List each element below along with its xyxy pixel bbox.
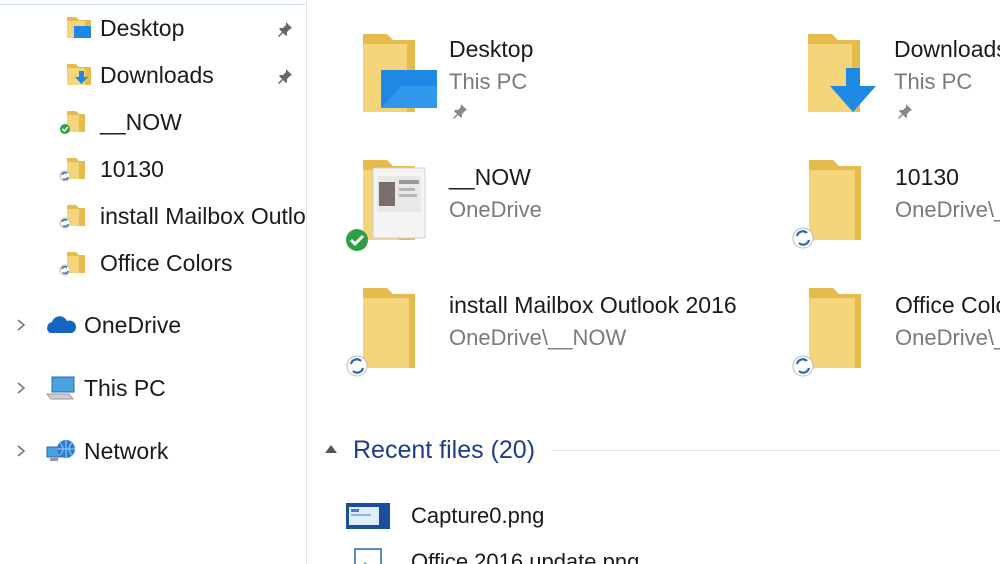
folder-location: OneDrive	[449, 197, 542, 222]
folder-location: OneDrive\__NOW	[895, 325, 1000, 350]
chevron-right-icon[interactable]	[14, 318, 28, 332]
nav-item-install-mailbox[interactable]: install Mailbox Outlook 2016	[58, 196, 306, 236]
nav-item-label: Office Colors	[100, 249, 233, 276]
folder-name: __NOW	[449, 164, 531, 190]
folder-name: install Mailbox Outlook 2016	[449, 292, 737, 318]
nav-item-label: Network	[84, 437, 169, 464]
folder-name: Downloads	[894, 36, 1000, 62]
folder-name: 10130	[895, 164, 959, 190]
nav-item-office-colors[interactable]: Office Colors	[58, 243, 233, 283]
nav-item-desktop[interactable]: Desktop	[64, 8, 184, 48]
nav-item-this-pc[interactable]: This PC	[44, 368, 166, 408]
navigation-pane: Desktop Downloads __NOW 10130 install Ma…	[0, 0, 307, 564]
folder-icon	[346, 288, 415, 377]
recent-file-row[interactable]: Office 2016 update.png	[345, 544, 639, 564]
folder-icon	[58, 108, 94, 136]
nav-item-network[interactable]: Network	[44, 431, 168, 471]
folder-icon	[58, 202, 94, 230]
collapse-triangle-icon[interactable]	[325, 445, 337, 453]
folder-icon	[58, 155, 94, 183]
folder-icon	[792, 160, 861, 249]
onedrive-cloud-icon	[44, 311, 78, 339]
nav-item-label: This PC	[84, 374, 166, 401]
desktop-folder-icon	[64, 14, 94, 42]
nav-item-label: Desktop	[100, 14, 185, 41]
nav-item-10130[interactable]: 10130	[58, 149, 164, 189]
folder-tile-now[interactable]: __NOW OneDrive	[343, 156, 719, 276]
folder-icon	[58, 249, 94, 277]
nav-item-label: install Mailbox Outlook 2016	[100, 202, 306, 229]
recent-files-header[interactable]: Recent files (20)	[325, 430, 1000, 470]
folder-name: Desktop	[449, 36, 534, 62]
pin-icon	[453, 104, 467, 119]
folder-tile-desktop[interactable]: Desktop This PC	[359, 28, 719, 148]
content-pane: Desktop This PC Downloads This PC __NOW …	[307, 0, 1000, 564]
nav-item-now[interactable]: __NOW	[58, 102, 182, 142]
desktop-folder-icon	[363, 34, 437, 112]
section-divider	[551, 449, 1000, 451]
nav-item-label: Downloads	[100, 61, 214, 88]
nav-item-label: __NOW	[100, 108, 182, 135]
recent-file-row[interactable]: Capture0.png	[345, 498, 544, 534]
folder-location: OneDrive\__NOW	[895, 197, 1000, 222]
nav-item-label: OneDrive	[84, 311, 182, 338]
section-title: Recent files (20)	[353, 435, 536, 464]
pin-icon[interactable]	[276, 67, 294, 85]
nav-item-label: 10130	[100, 155, 164, 182]
folder-name: Office Colors	[895, 292, 1000, 318]
chevron-right-icon[interactable]	[14, 444, 28, 458]
folder-with-preview-icon	[346, 160, 426, 251]
folder-location: OneDrive\__NOW	[449, 325, 627, 350]
folder-location: This PC	[894, 69, 973, 94]
file-name: Office 2016 update.png	[411, 549, 640, 564]
image-file-icon	[346, 503, 390, 529]
nav-item-downloads[interactable]: Downloads	[64, 55, 214, 95]
image-file-icon	[354, 548, 382, 564]
folder-tile-10130[interactable]: 10130 OneDrive\__NOW	[789, 156, 1000, 276]
pin-icon	[898, 104, 912, 119]
nav-item-onedrive[interactable]: OneDrive	[44, 305, 181, 345]
folder-tile-office-colors[interactable]: Office Colors OneDrive\__NOW	[789, 284, 1000, 404]
chevron-right-icon[interactable]	[14, 381, 28, 395]
quick-access-selection-edge	[0, 0, 306, 5]
folder-location: This PC	[449, 69, 528, 94]
folder-icon	[792, 288, 861, 377]
downloads-folder-icon	[808, 34, 876, 112]
folder-tile-install-mailbox[interactable]: install Mailbox Outlook 2016 OneDrive\__…	[343, 284, 763, 404]
this-pc-icon	[44, 374, 78, 402]
network-icon	[44, 437, 78, 465]
folder-tile-downloads[interactable]: Downloads This PC	[804, 28, 1000, 148]
synced-check-icon	[60, 124, 70, 134]
pin-icon[interactable]	[276, 20, 294, 38]
downloads-folder-icon	[64, 61, 94, 89]
file-name: Capture0.png	[411, 503, 545, 528]
